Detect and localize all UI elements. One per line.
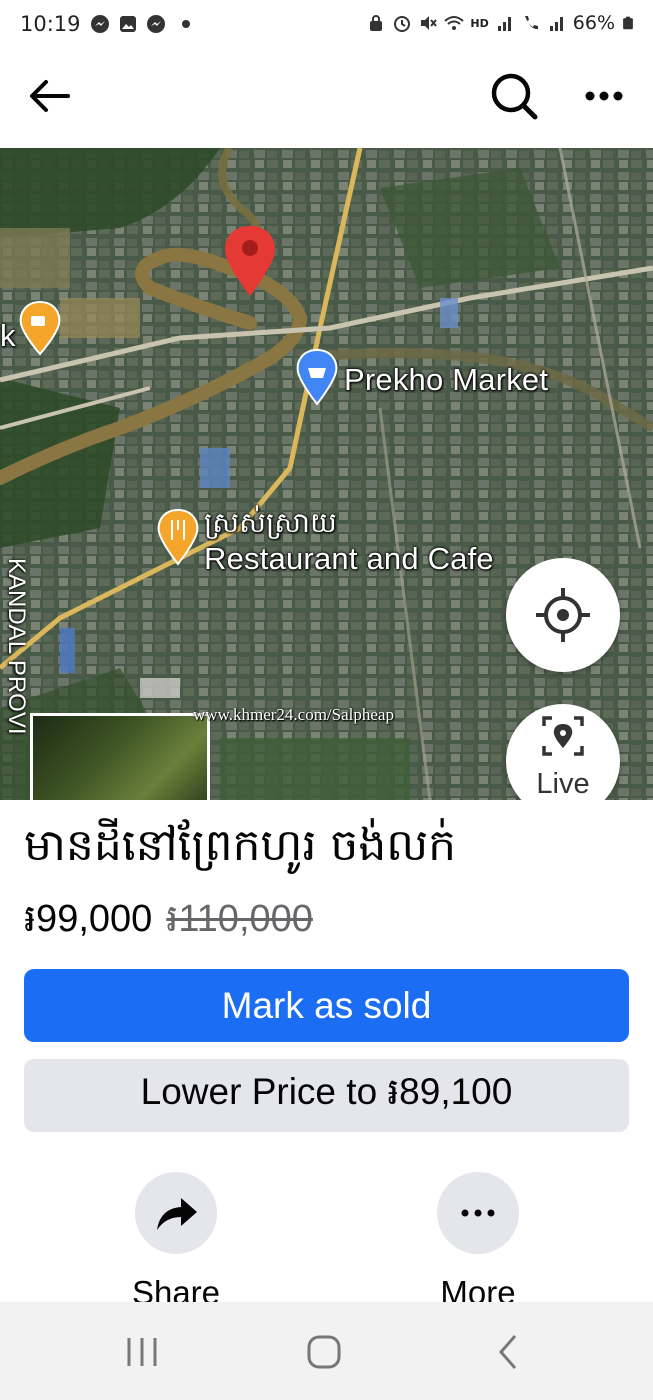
notification-icons [90, 14, 194, 34]
live-location-button[interactable]: Live [506, 704, 620, 800]
messenger-icon [91, 15, 109, 33]
wifi-icon [444, 16, 465, 30]
status-time: 10:19 [20, 12, 81, 36]
messenger-icon [147, 15, 165, 33]
back-icon[interactable] [490, 1332, 530, 1372]
original-price: ៛110,000 [166, 898, 313, 940]
watermark: www.khmer24.com/Salpheap [193, 705, 394, 724]
lock-icon [370, 15, 383, 31]
battery-icon [623, 16, 633, 30]
map-label-restaurant-khmer: ស្រស់ស្រាយ [204, 507, 338, 538]
more-action[interactable]: More [398, 1172, 558, 1312]
map-view[interactable]: k Prekho Market ស្រស់ស្រាយ Restaurant an… [0, 148, 653, 800]
mute-icon [421, 16, 438, 30]
search-icon[interactable] [488, 70, 540, 122]
map-label-edge: k [0, 318, 16, 353]
share-button[interactable] [135, 1172, 217, 1254]
app-bar [0, 50, 653, 148]
back-arrow-icon[interactable] [24, 74, 74, 118]
photo-thumbnail[interactable] [30, 713, 210, 800]
satellite-map [0, 148, 653, 800]
live-label: Live [536, 768, 590, 800]
map-label-market: Prekho Market [344, 362, 549, 397]
more-dots-icon [461, 1209, 495, 1217]
map-label-province: KANDAL PROVI [3, 558, 30, 735]
gallery-icon [120, 16, 136, 32]
wifi-calling-icon [524, 16, 538, 30]
share-action[interactable]: Share [96, 1172, 256, 1312]
signal-icon [549, 17, 563, 31]
lower-price-button[interactable]: Lower Price to ៛89,100 [24, 1059, 629, 1132]
mark-as-sold-button[interactable]: Mark as sold [24, 969, 629, 1042]
listing-title: មានដីនៅព្រែកហូរ ចង់លក់ [24, 820, 457, 871]
my-location-button[interactable] [506, 558, 620, 672]
price-row: ៛99,000 ៛110,000 [24, 894, 313, 950]
network-badge: HD [470, 16, 489, 30]
system-nav-bar [0, 1302, 653, 1400]
system-status: HD 66% [366, 12, 635, 34]
dot-icon [182, 20, 190, 28]
more-dots-icon[interactable] [580, 72, 628, 120]
alarm-icon [394, 16, 411, 32]
map-label-restaurant: Restaurant and Cafe [204, 541, 494, 576]
status-bar: 10:19 HD 66% [0, 0, 653, 50]
signal-icon [497, 17, 511, 31]
current-price: ៛99,000 [24, 898, 153, 940]
share-arrow-icon [157, 1198, 197, 1230]
more-button[interactable] [437, 1172, 519, 1254]
home-icon[interactable] [304, 1332, 344, 1372]
live-location-icon [542, 716, 584, 756]
battery-percent: 66% [572, 12, 615, 34]
crosshair-icon [536, 588, 590, 642]
recent-apps-icon[interactable] [122, 1332, 162, 1372]
